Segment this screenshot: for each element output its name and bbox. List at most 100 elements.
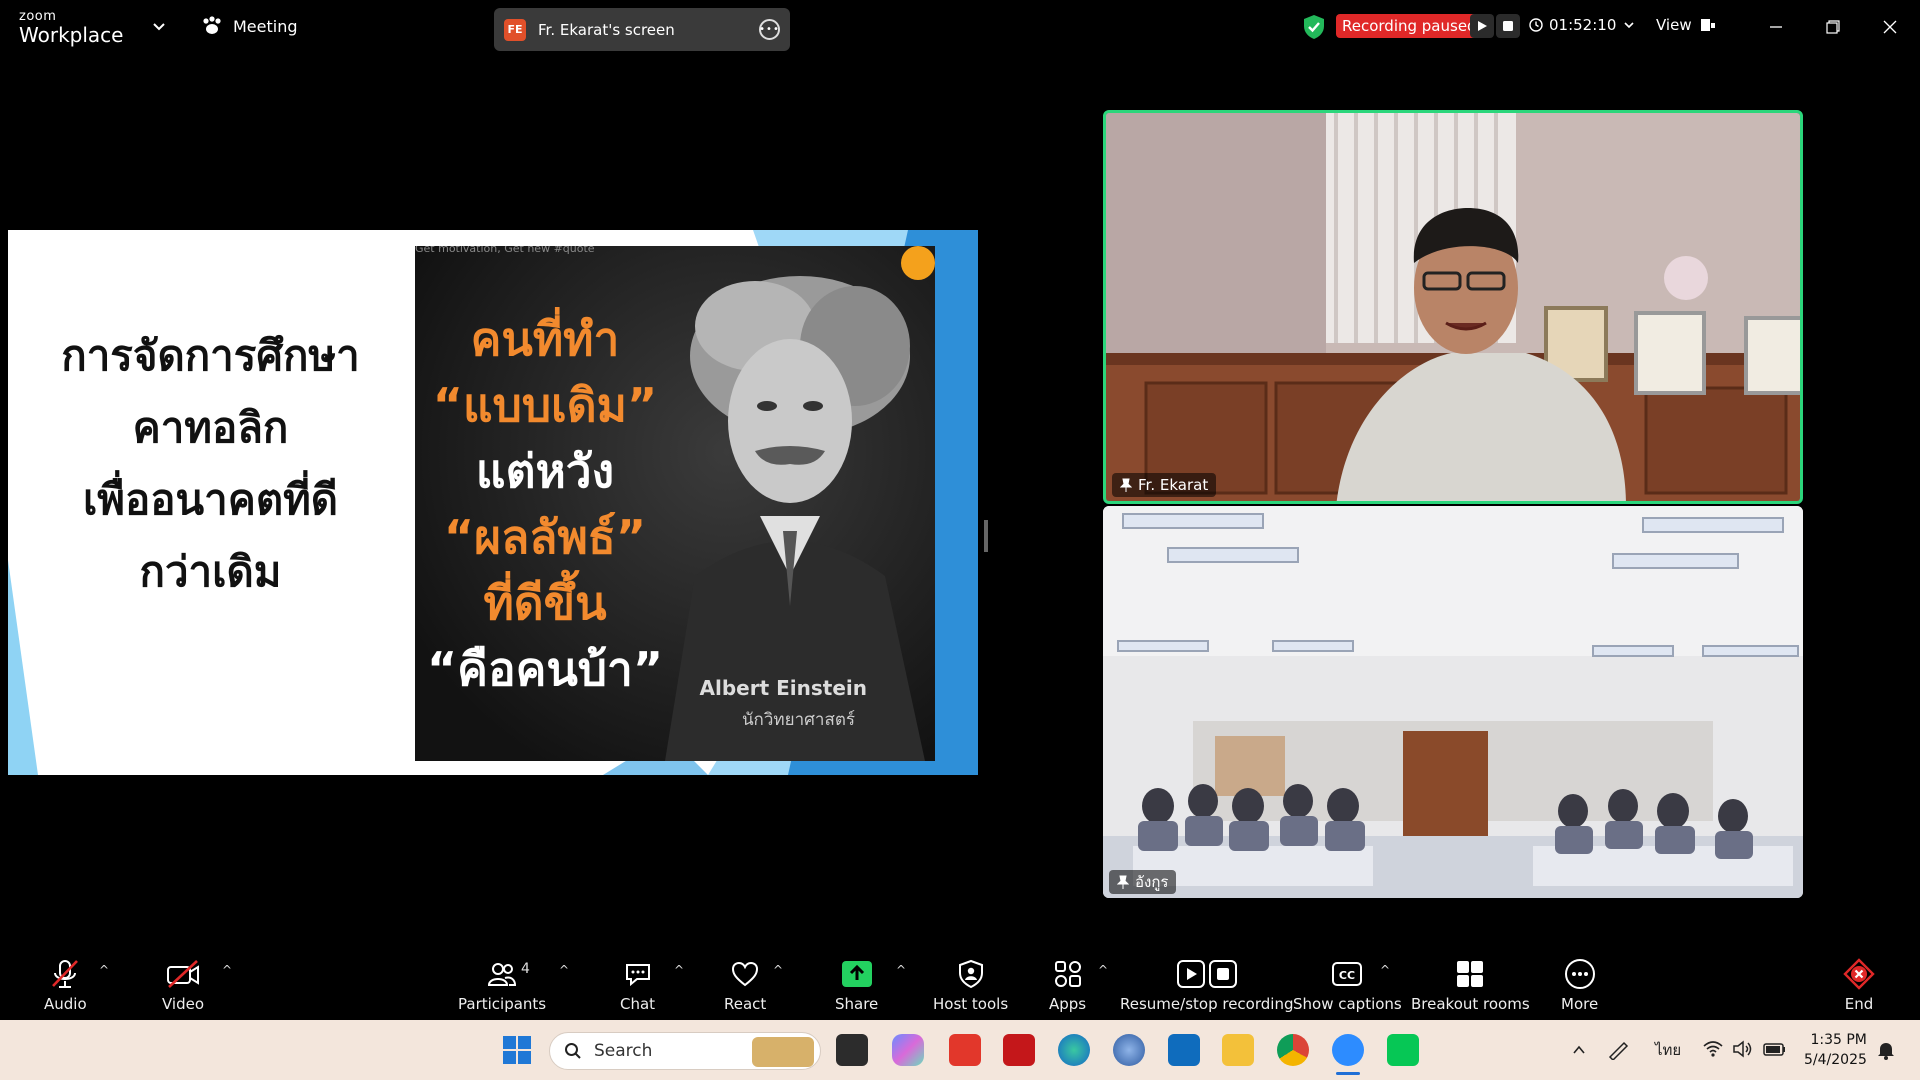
breakout-label: Breakout rooms — [1411, 995, 1530, 1013]
encryption-shield-icon[interactable] — [1302, 14, 1326, 40]
edge-browser-icon[interactable] — [1058, 1034, 1090, 1066]
participants-label: Participants — [458, 995, 547, 1013]
slide-title: การจัดการศึกษา คาทอลิก เพื่ออนาคตที่ดี ก… — [8, 320, 413, 608]
timer-text: 01:52:10 — [1549, 16, 1617, 34]
chat-options-caret-icon[interactable]: ^ — [674, 963, 684, 977]
minimize-icon[interactable] — [1761, 12, 1791, 42]
chevron-up-icon[interactable] — [1571, 1042, 1587, 1058]
task-view-icon[interactable] — [836, 1034, 868, 1066]
quote-author-role: นักวิทยาศาสตร์ — [741, 710, 855, 730]
anydesk-icon[interactable] — [949, 1034, 981, 1066]
video-options-caret-icon[interactable]: ^ — [222, 963, 232, 977]
chevron-down-icon — [1624, 22, 1634, 29]
slide-title-line: การจัดการศึกษา — [61, 331, 360, 380]
chat-button[interactable]: Chat — [620, 957, 655, 1013]
adobe-acrobat-icon[interactable] — [1003, 1034, 1035, 1066]
view-layout-icon — [1700, 19, 1715, 31]
clock-date: 5/4/2025 — [1804, 1052, 1867, 1068]
view-button[interactable]: View — [1656, 16, 1716, 34]
close-icon[interactable] — [1875, 12, 1905, 42]
volume-icon[interactable] — [1732, 1040, 1754, 1058]
splitter-handle[interactable] — [984, 520, 988, 552]
chrome-icon[interactable] — [1277, 1034, 1309, 1066]
video-tile-room[interactable]: อังกูร — [1103, 506, 1803, 898]
more-icon — [1564, 959, 1595, 989]
network-globe-icon[interactable] — [1113, 1034, 1145, 1066]
line-app-icon[interactable] — [1387, 1034, 1419, 1066]
audio-button[interactable]: Audio — [44, 957, 87, 1013]
quote-line: คนที่ทำ — [470, 312, 620, 366]
chevron-down-icon[interactable] — [151, 18, 167, 34]
wifi-icon[interactable] — [1702, 1040, 1724, 1058]
react-options-caret-icon[interactable]: ^ — [773, 963, 783, 977]
participants-options-caret-icon[interactable]: ^ — [559, 963, 569, 977]
quote-line: แต่หวัง — [475, 444, 615, 498]
svg-text:CC: CC — [1339, 969, 1355, 982]
breakout-rooms-icon — [1457, 961, 1484, 987]
apps-options-caret-icon[interactable]: ^ — [1098, 963, 1108, 977]
share-button[interactable]: Share — [835, 957, 878, 1013]
zoom-workplace-logo: zoom Workplace — [19, 10, 123, 47]
file-explorer-icon[interactable] — [1222, 1034, 1254, 1066]
speaker-video — [1106, 113, 1800, 501]
meeting-timer[interactable]: 01:52:10 — [1529, 16, 1636, 34]
quote-author: Albert Einstein — [699, 676, 867, 700]
video-label: Video — [162, 995, 205, 1013]
screen-share-label: Fr. Ekarat's screen — [538, 20, 675, 39]
end-meeting-button[interactable]: End — [1843, 957, 1875, 1013]
participants-count: 4 — [521, 961, 530, 977]
pin-icon — [1117, 875, 1129, 889]
zoom-app-icon[interactable] — [1332, 1034, 1364, 1066]
share-label: Share — [835, 995, 879, 1013]
stop-recording-icon[interactable] — [1496, 14, 1520, 38]
apps-label: Apps — [1049, 995, 1087, 1013]
windows-taskbar: Search ไทย 1:35 PM 5/4/2025 — [0, 1020, 1920, 1080]
shared-screen: การจัดการศึกษา คาทอลิก เพื่ออนาคตที่ดี ก… — [8, 230, 978, 775]
battery-icon[interactable] — [1763, 1040, 1787, 1058]
audio-options-caret-icon[interactable]: ^ — [99, 963, 109, 977]
share-screen-icon — [841, 961, 872, 987]
quote-text: คนที่ทำ “แบบเดิม” แต่หวัง “ผลลัพธ์” ที่ด… — [415, 306, 675, 702]
windows-start-icon[interactable] — [501, 1034, 533, 1066]
view-label: View — [1656, 16, 1692, 34]
video-tile-active-speaker[interactable]: Fr. Ekarat — [1103, 110, 1803, 504]
meeting-button[interactable]: Meeting — [201, 16, 298, 36]
clock-time: 1:35 PM — [1810, 1032, 1867, 1048]
room-video — [1103, 506, 1803, 898]
input-language-indicator[interactable]: ไทย — [1655, 1038, 1681, 1062]
search-icon — [565, 1043, 581, 1059]
taskbar-clock[interactable]: 1:35 PM 5/4/2025 — [1804, 1030, 1867, 1070]
meeting-toolbar: Audio ^ Video ^ Participants 4 ^ Chat ^ … — [0, 945, 1920, 1020]
outlook-icon[interactable] — [1168, 1034, 1200, 1066]
react-button[interactable]: React — [724, 957, 766, 1013]
notification-bell-icon[interactable] — [1876, 1040, 1896, 1060]
quote-poster: Get motivation, Get new #quote คนที่ทำ “… — [415, 246, 935, 761]
captions-label: Show captions — [1293, 995, 1402, 1013]
taskbar-search-box[interactable]: Search — [549, 1032, 821, 1070]
share-options-caret-icon[interactable]: ^ — [896, 963, 906, 977]
resume-stop-recording-button[interactable]: Resume/stop recording — [1120, 957, 1293, 1013]
slide-title-line: เพื่ออนาคตที่ดี — [82, 475, 339, 524]
screen-share-indicator[interactable]: FE Fr. Ekarat's screen ••• — [494, 8, 790, 51]
paw-icon — [203, 16, 221, 34]
clock-icon — [1529, 18, 1543, 32]
host-shield-icon — [958, 959, 983, 989]
video-button[interactable]: Video — [162, 957, 204, 1013]
apps-button[interactable]: Apps — [1049, 957, 1086, 1013]
participants-button[interactable]: Participants — [458, 957, 546, 1013]
restore-icon[interactable] — [1818, 12, 1848, 42]
pen-input-icon[interactable] — [1607, 1040, 1629, 1060]
pin-icon — [1120, 478, 1132, 492]
more-options-icon[interactable]: ••• — [759, 19, 780, 40]
recording-label: Resume/stop recording — [1120, 995, 1294, 1013]
more-button[interactable]: More — [1561, 957, 1598, 1013]
slide-title-line: คาทอลิก — [132, 403, 289, 452]
resume-recording-icon[interactable] — [1470, 14, 1494, 38]
recording-controls-icon — [1176, 960, 1237, 988]
breakout-rooms-button[interactable]: Breakout rooms — [1411, 957, 1530, 1013]
host-tools-button[interactable]: Host tools — [933, 957, 1008, 1013]
quote-line: ที่ดีขึ้น — [483, 576, 607, 630]
copilot-icon[interactable] — [892, 1034, 924, 1066]
react-label: React — [724, 995, 767, 1013]
captions-options-caret-icon[interactable]: ^ — [1380, 963, 1390, 977]
